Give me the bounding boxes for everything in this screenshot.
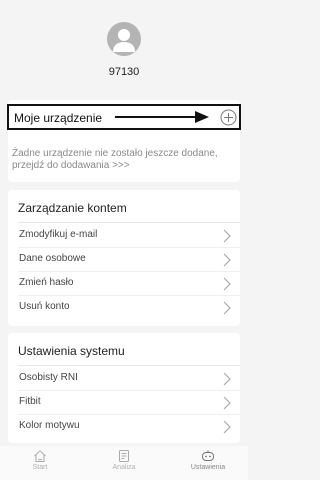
menu-item-modify-email[interactable]: Zmodyfikuj e-mail <box>8 224 240 248</box>
account-management-card: Zarządzanie kontem Zmodyfikuj e-mail Dan… <box>8 190 240 326</box>
chevron-right-icon <box>223 372 231 386</box>
section-title-system: Ustawienia systemu <box>18 344 125 358</box>
chevron-right-icon <box>223 229 231 243</box>
menu-item-label: Osobisty RNI <box>19 372 78 383</box>
device-card: Moje urządzenie Żadne urządzenie nie zos… <box>7 100 241 182</box>
menu-item-personal-rni[interactable]: Osobisty RNI <box>8 367 240 391</box>
tab-start[interactable]: Start <box>15 446 65 480</box>
tab-analysis[interactable]: Analiza <box>99 446 149 480</box>
menu-item-label: Kolor motywu <box>19 420 80 431</box>
menu-item-label: Fitbit <box>19 396 41 407</box>
tab-label: Ustawienia <box>190 464 226 471</box>
menu-item-delete-account[interactable]: Usuń konto <box>8 296 240 320</box>
section-title-account: Zarządzanie kontem <box>18 201 127 215</box>
home-icon <box>34 450 46 462</box>
tab-label: Analiza <box>112 464 136 471</box>
arrow-right-icon <box>115 111 209 123</box>
menu-item-theme-color[interactable]: Kolor motywu <box>8 415 240 439</box>
user-id: 97130 <box>108 66 140 78</box>
chevron-right-icon <box>223 277 231 291</box>
menu-item-label: Dane osobowe <box>19 253 86 264</box>
menu-item-personal-data[interactable]: Dane osobowe <box>8 248 240 272</box>
menu-item-label: Zmień hasło <box>19 277 74 288</box>
my-device-row[interactable]: Moje urządzenie <box>7 104 241 130</box>
menu-item-label: Usuń konto <box>19 301 70 312</box>
chevron-right-icon <box>223 396 231 410</box>
robot-face-icon <box>202 450 214 461</box>
user-avatar-icon[interactable] <box>107 22 141 56</box>
menu-item-label: Zmodyfikuj e-mail <box>19 229 98 240</box>
report-icon <box>119 450 129 462</box>
divider <box>18 365 240 366</box>
plus-circle-icon[interactable] <box>219 108 238 127</box>
chevron-right-icon <box>223 301 231 315</box>
no-device-message[interactable]: Żadne urządzenie nie zostało jeszcze dod… <box>12 148 244 172</box>
tab-settings[interactable]: Ustawienia <box>178 446 238 480</box>
chevron-right-icon <box>223 253 231 267</box>
system-settings-card: Ustawienia systemu Osobisty RNI Fitbit K… <box>8 333 240 443</box>
menu-item-fitbit[interactable]: Fitbit <box>8 391 240 415</box>
divider <box>18 222 240 223</box>
menu-item-change-password[interactable]: Zmień hasło <box>8 272 240 296</box>
tab-label: Start <box>32 464 48 471</box>
bottom-tab-bar: Start Analiza Ustawienia <box>0 446 248 480</box>
profile-header: 97130 <box>0 0 248 92</box>
chevron-right-icon <box>223 420 231 434</box>
